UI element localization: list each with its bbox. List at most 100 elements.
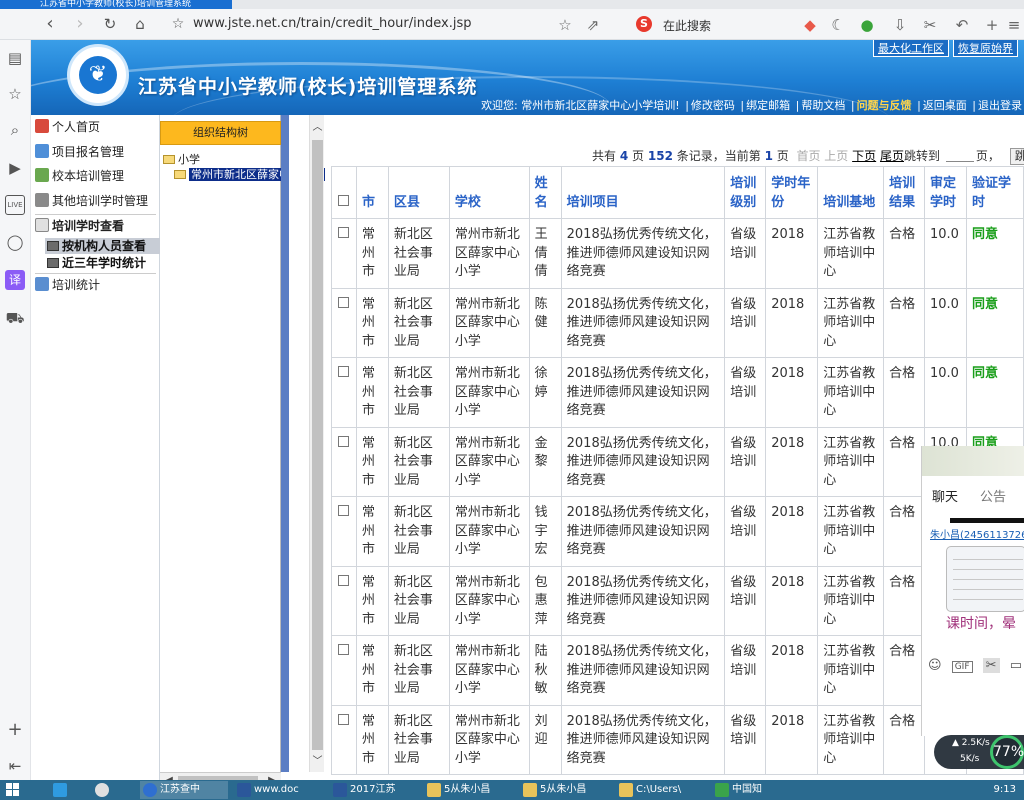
- tree-node-root[interactable]: 小学: [163, 153, 200, 167]
- menu-item-home[interactable]: 个人首页: [35, 116, 100, 138]
- scroll-up-icon[interactable]: ︿: [310, 121, 325, 135]
- column-header[interactable]: 区县: [387, 166, 450, 219]
- restore-layout-link[interactable]: 恢复原始界: [953, 40, 1018, 57]
- url-field[interactable]: www.jste.net.cn/train/credit_hour/index.…: [193, 16, 471, 31]
- cell-verify[interactable]: 同意: [965, 218, 1024, 289]
- row-checkbox[interactable]: [331, 287, 357, 358]
- browser-tab[interactable]: 江苏省中小学教师(校长)培训管理系统: [0, 0, 232, 9]
- row-checkbox[interactable]: [331, 704, 357, 775]
- search-input[interactable]: 在此搜索: [663, 17, 711, 34]
- video-icon[interactable]: ▶: [5, 158, 25, 178]
- table-row[interactable]: 常州市 新北区社会事业局 常州市新北区薛家中心小学 刘迎 2018弘扬优秀传统文化，推进…: [331, 704, 1024, 775]
- last-page-link[interactable]: 尾页: [880, 149, 904, 163]
- logout-link[interactable]: 退出登录: [978, 99, 1022, 112]
- row-checkbox[interactable]: [331, 635, 357, 706]
- taskbar-ie-icon[interactable]: [50, 781, 86, 799]
- table-row[interactable]: 常州市 新北区社会事业局 常州市新北区薛家中心小学 陆秋敏 2018弘扬优秀传统文化，推…: [331, 635, 1024, 706]
- page-number-input[interactable]: [945, 150, 974, 162]
- favorite-star-icon[interactable]: ☆: [166, 12, 190, 36]
- emoji-icon[interactable]: ☺: [928, 658, 942, 673]
- change-password-link[interactable]: 修改密码: [691, 99, 735, 112]
- screenshot-icon[interactable]: ✂: [920, 15, 940, 35]
- maximize-workspace-link[interactable]: 最大化工作区: [873, 40, 949, 57]
- submenu-three-years[interactable]: 近三年学时统计: [45, 255, 160, 271]
- row-checkbox[interactable]: [331, 565, 357, 636]
- row-checkbox[interactable]: [331, 496, 357, 567]
- menu-item-hours-view[interactable]: 培训学时查看: [35, 214, 156, 236]
- column-header[interactable]: 培训项目: [560, 166, 726, 219]
- menu-item-statistics[interactable]: 培训统计: [35, 273, 156, 295]
- scissors-icon[interactable]: ✂: [982, 658, 1000, 673]
- chat-sender[interactable]: 朱小昌(2456113726): [930, 526, 1024, 541]
- menu-item-other-training[interactable]: 其他培训学时管理: [35, 190, 148, 212]
- cell-verify[interactable]: 同意: [965, 287, 1024, 358]
- back-desktop-link[interactable]: 返回桌面: [923, 99, 967, 112]
- table-row[interactable]: 常州市 新北区社会事业局 常州市新北区薛家中心小学 金黎 2018弘扬优秀传统文化，推进…: [331, 426, 1024, 497]
- translate-icon[interactable]: 译: [5, 270, 25, 290]
- tree-vertical-scrollbar[interactable]: ︿ ﹀: [309, 115, 324, 772]
- tab-chat[interactable]: 聊天: [932, 486, 958, 505]
- cell-verify[interactable]: 同意: [965, 357, 1024, 428]
- gif-icon[interactable]: GIF: [951, 661, 973, 673]
- chat-title-bar[interactable]: [922, 446, 1024, 476]
- taskbar-clock[interactable]: 9:13: [994, 780, 1016, 800]
- collapse-sidebar-icon[interactable]: ⇤: [5, 756, 25, 776]
- tab-notice[interactable]: 公告: [980, 486, 1006, 505]
- column-header[interactable]: 学校: [448, 166, 530, 219]
- bind-email-link[interactable]: 绑定邮箱: [746, 99, 790, 112]
- row-checkbox[interactable]: [331, 357, 357, 428]
- scroll-thumb[interactable]: [312, 140, 323, 750]
- network-speed-widget[interactable]: ▲ 2.5K/s 5K/s 77%: [934, 735, 1024, 769]
- reading-list-icon[interactable]: ▤: [5, 48, 25, 68]
- scroll-down-icon[interactable]: ﹀: [310, 755, 325, 769]
- night-mode-icon[interactable]: ☾: [828, 15, 848, 35]
- extension-icon[interactable]: ●: [857, 15, 877, 35]
- submenu-by-org[interactable]: 按机构人员查看: [45, 238, 160, 254]
- taskbar-item[interactable]: 5从朱小昌: [424, 781, 512, 799]
- forward-icon[interactable]: ›: [68, 12, 92, 36]
- bookmark-icon[interactable]: ☆: [555, 15, 575, 35]
- download-icon[interactable]: ⇩: [890, 15, 910, 35]
- home-icon[interactable]: ⌂: [128, 12, 152, 36]
- menu-item-school-training[interactable]: 校本培训管理: [35, 165, 124, 187]
- shopping-cart-icon[interactable]: ⛟: [5, 308, 25, 328]
- next-page-link[interactable]: 下页: [852, 149, 876, 163]
- column-header[interactable]: 审定学时: [924, 166, 967, 219]
- help-docs-link[interactable]: 帮助文档: [801, 99, 845, 112]
- menu-item-project-signup[interactable]: 项目报名管理: [35, 141, 124, 163]
- menu-icon[interactable]: ≡: [1004, 15, 1024, 35]
- column-header[interactable]: 培训级别: [724, 166, 767, 219]
- table-row[interactable]: 常州市 新北区社会事业局 常州市新北区薛家中心小学 包惠萍 2018弘扬优秀传统文化，推…: [331, 565, 1024, 636]
- taskbar-item[interactable]: www.doc: [234, 781, 322, 799]
- panel-divider[interactable]: [281, 115, 289, 772]
- add-icon[interactable]: +: [5, 720, 25, 740]
- table-row[interactable]: 常州市 新北区社会事业局 常州市新北区薛家中心小学 徐婷 2018弘扬优秀传统文化，推进…: [331, 357, 1024, 428]
- row-checkbox[interactable]: [331, 426, 357, 497]
- column-header[interactable]: 培训结果: [883, 166, 925, 219]
- column-header[interactable]: 姓名: [528, 166, 562, 219]
- game-icon[interactable]: ◆: [800, 15, 820, 35]
- live-icon[interactable]: LIVE: [5, 195, 25, 215]
- feedback-link[interactable]: 问题与反馈: [857, 99, 912, 112]
- taskbar-item[interactable]: 5从朱小昌: [520, 781, 608, 799]
- taskbar-qq-icon[interactable]: [92, 781, 128, 799]
- undo-icon[interactable]: ↶: [952, 15, 972, 35]
- reload-icon[interactable]: ↻: [98, 12, 122, 36]
- search-icon[interactable]: ⌕: [5, 120, 25, 140]
- search-box[interactable]: S 在此搜索: [628, 14, 788, 35]
- new-tab-icon[interactable]: +: [982, 15, 1002, 35]
- taskbar-item[interactable]: 江苏查中: [140, 781, 228, 799]
- back-icon[interactable]: ‹: [38, 12, 62, 36]
- share-icon[interactable]: ⇗: [583, 15, 603, 35]
- column-header[interactable]: 学时年份: [765, 166, 819, 219]
- taskbar-item[interactable]: 中国知: [712, 781, 800, 799]
- chat-image-thumbnail[interactable]: [946, 546, 1024, 612]
- table-row[interactable]: 常州市 新北区社会事业局 常州市新北区薛家中心小学 钱宇宏 2018弘扬优秀传统文化，推…: [331, 496, 1024, 567]
- favorites-icon[interactable]: ☆: [5, 84, 25, 104]
- chat-icon[interactable]: ◯: [5, 232, 25, 252]
- row-checkbox[interactable]: [331, 218, 357, 289]
- taskbar-item[interactable]: C:\Users\: [616, 781, 704, 799]
- windows-start-icon[interactable]: [6, 783, 20, 797]
- table-row[interactable]: 常州市 新北区社会事业局 常州市新北区薛家中心小学 王倩倩 2018弘扬优秀传统文化，推…: [331, 218, 1024, 289]
- folder-icon[interactable]: ▭: [1010, 658, 1022, 673]
